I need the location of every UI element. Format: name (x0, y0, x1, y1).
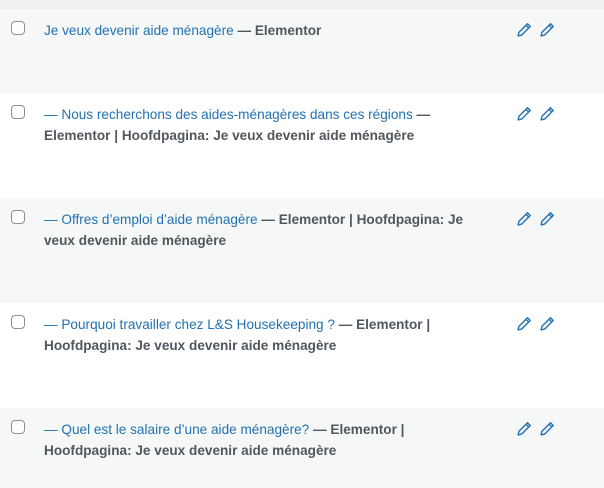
row-actions (516, 316, 555, 332)
edit-pencil-icon[interactable] (516, 106, 532, 122)
table-row: — Quel est le salaire d’une aide ménagèr… (0, 408, 604, 488)
row-actions (516, 211, 555, 227)
row-checkbox[interactable] (11, 315, 25, 329)
title-cell: — Nous recherchons des aides-ménagères d… (44, 104, 484, 146)
table-row: Je veux devenir aide ménagère — Elemento… (0, 9, 604, 93)
page-title-link[interactable]: — Nous recherchons des aides-ménagères d… (44, 107, 413, 122)
row-actions (516, 22, 555, 38)
quick-edit-pencil-icon[interactable] (539, 316, 555, 332)
quick-edit-pencil-icon[interactable] (539, 421, 555, 437)
page-title-link[interactable]: Je veux devenir aide ménagère (44, 23, 234, 38)
quick-edit-pencil-icon[interactable] (539, 211, 555, 227)
edit-pencil-icon[interactable] (516, 211, 532, 227)
page-title-link[interactable]: — Offres d’emploi d’aide ménagère (44, 212, 258, 227)
quick-edit-pencil-icon[interactable] (539, 106, 555, 122)
title-cell: Je veux devenir aide ménagère — Elemento… (44, 20, 484, 41)
row-checkbox[interactable] (11, 105, 25, 119)
post-state: — Elementor (237, 23, 322, 38)
table-row: — Pourquoi travailler chez L&S Housekeep… (0, 303, 604, 408)
title-cell: — Offres d’emploi d’aide ménagère — Elem… (44, 209, 484, 251)
title-cell: — Quel est le salaire d’une aide ménagèr… (44, 419, 484, 461)
row-actions (516, 421, 555, 437)
page-title-link[interactable]: — Quel est le salaire d’une aide ménagèr… (44, 422, 309, 437)
title-cell: — Pourquoi travailler chez L&S Housekeep… (44, 314, 484, 356)
table-row: — Offres d’emploi d’aide ménagère — Elem… (0, 198, 604, 303)
page-title-link[interactable]: — Pourquoi travailler chez L&S Housekeep… (44, 317, 335, 332)
row-checkbox[interactable] (11, 21, 25, 35)
table-row: — Nous recherchons des aides-ménagères d… (0, 93, 604, 198)
quick-edit-pencil-icon[interactable] (539, 22, 555, 38)
edit-pencil-icon[interactable] (516, 316, 532, 332)
row-actions (516, 106, 555, 122)
row-checkbox[interactable] (11, 420, 25, 434)
edit-pencil-icon[interactable] (516, 22, 532, 38)
edit-pencil-icon[interactable] (516, 421, 532, 437)
pages-list-table: Je veux devenir aide ménagère — Elemento… (0, 0, 604, 488)
row-checkbox[interactable] (11, 210, 25, 224)
